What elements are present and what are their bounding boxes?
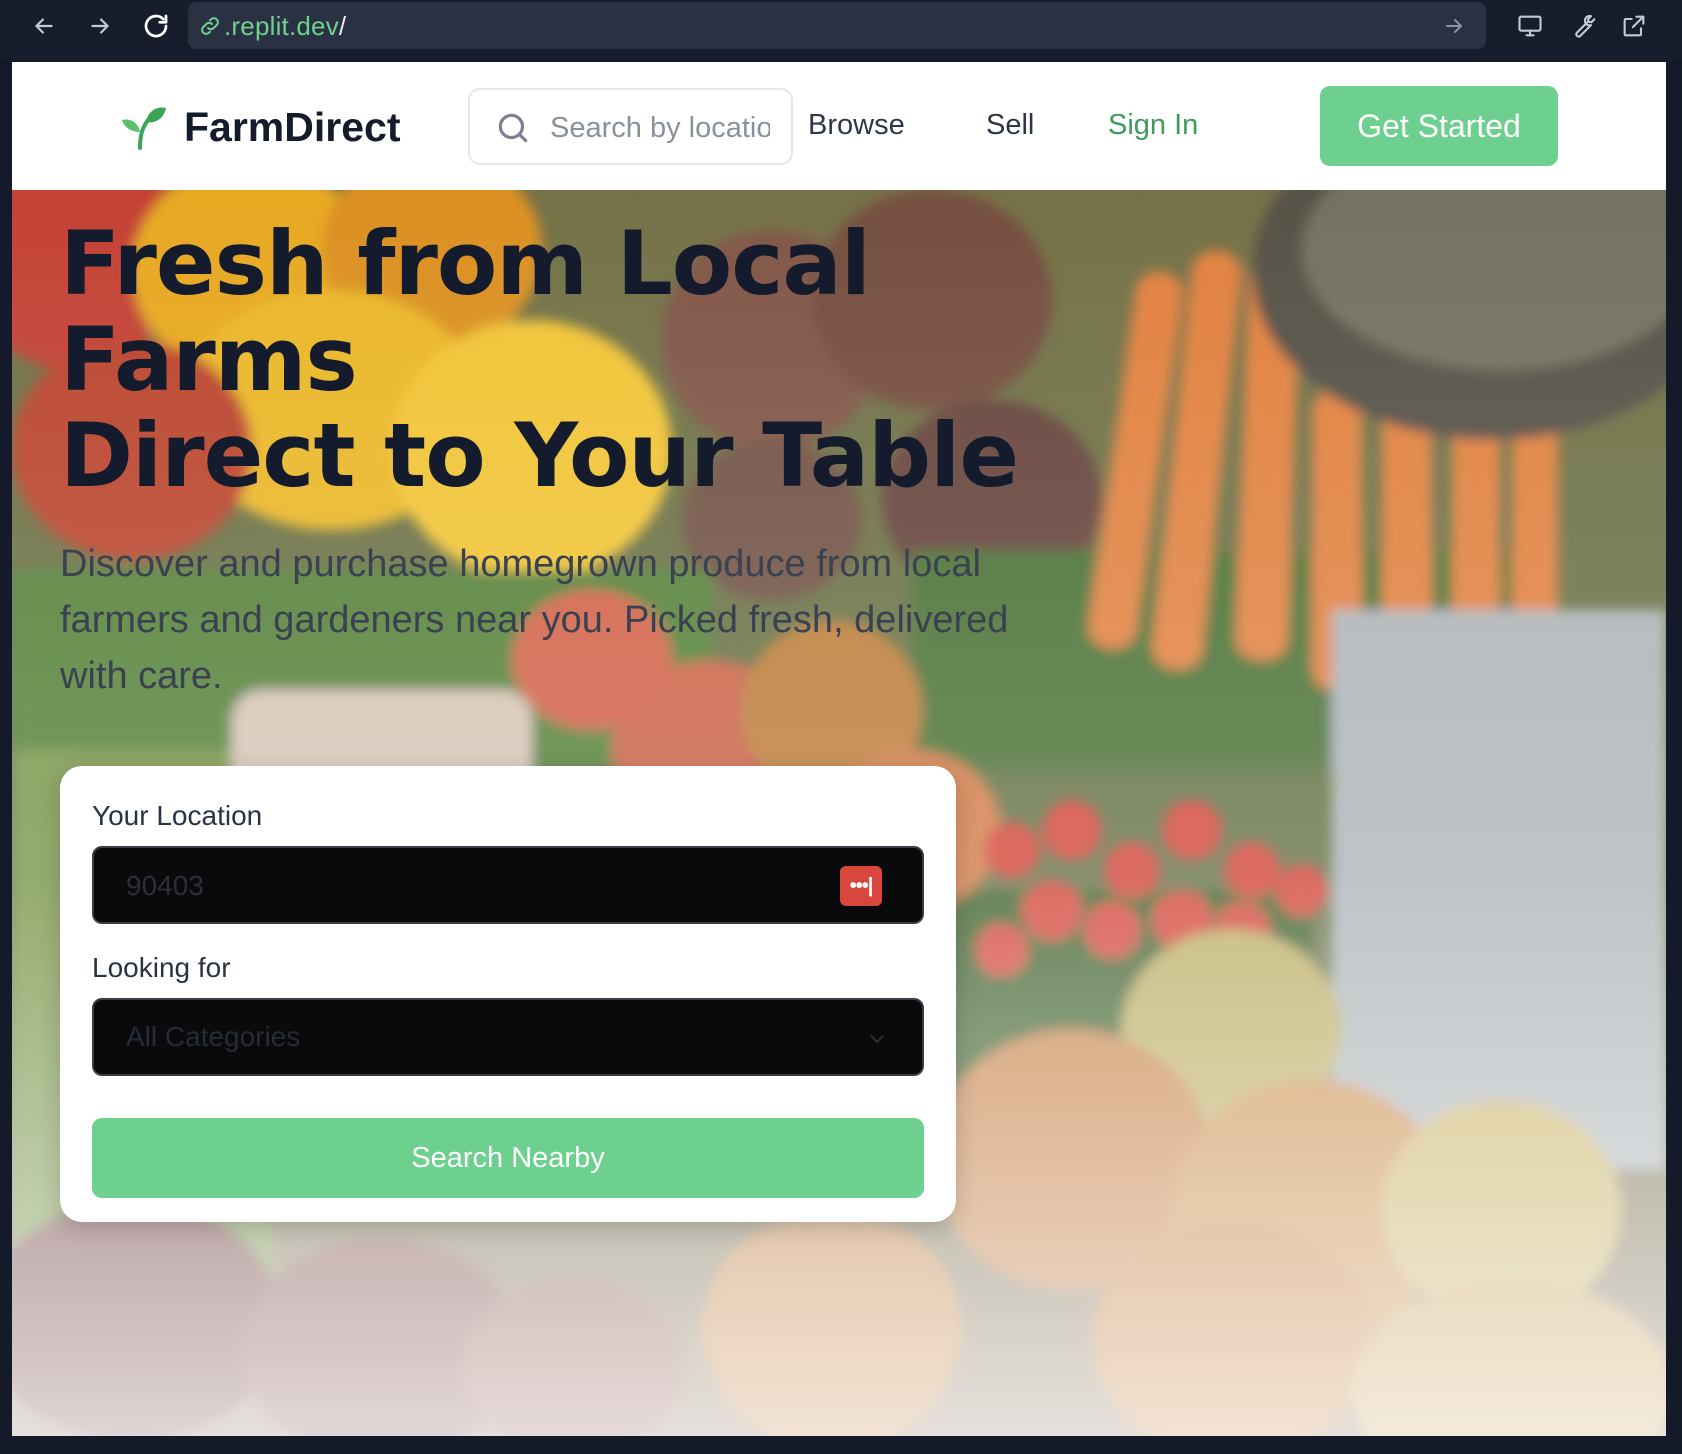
header-search-input[interactable] bbox=[550, 108, 770, 148]
go-icon[interactable] bbox=[1442, 14, 1466, 38]
web-page: FarmDirect Browse Sell Sign In Get Start… bbox=[12, 62, 1666, 1436]
reload-icon bbox=[144, 14, 168, 38]
get-started-button[interactable]: Get Started bbox=[1320, 86, 1558, 166]
nav-browse-link[interactable]: Browse bbox=[808, 108, 905, 142]
tools-button[interactable] bbox=[1562, 8, 1602, 44]
search-icon bbox=[498, 113, 528, 143]
monitor-icon bbox=[1518, 15, 1542, 37]
location-field[interactable]: •••| bbox=[92, 846, 924, 924]
browser-toolbar: .replit.dev/ bbox=[0, 0, 1682, 60]
search-nearby-button[interactable]: Search Nearby bbox=[92, 1118, 924, 1198]
arrow-right-icon bbox=[91, 18, 109, 34]
external-link-icon bbox=[1623, 15, 1645, 37]
forward-button[interactable] bbox=[80, 8, 120, 44]
address-bar[interactable]: .replit.dev/ bbox=[188, 2, 1486, 49]
header-search[interactable] bbox=[468, 88, 793, 165]
url-domain: .replit.dev bbox=[224, 11, 339, 41]
hero-title-line-1: Fresh from Local bbox=[60, 212, 871, 315]
link-icon bbox=[201, 17, 219, 35]
reload-button[interactable] bbox=[136, 8, 176, 44]
wrench-icon bbox=[1575, 14, 1596, 38]
url-path: / bbox=[338, 11, 347, 41]
arrow-left-icon bbox=[35, 18, 53, 34]
location-search-card: Your Location •••| Looking for All Categ… bbox=[60, 766, 956, 1222]
location-label: Your Location bbox=[92, 800, 263, 831]
hero-title: Fresh from Local Farms Direct to Your Ta… bbox=[60, 216, 1160, 504]
hero-subtitle: Discover and purchase homegrown produce … bbox=[60, 543, 1009, 697]
site-header: FarmDirect Browse Sell Sign In Get Start… bbox=[12, 62, 1666, 190]
password-dots-icon[interactable]: •••| bbox=[840, 866, 882, 906]
category-select[interactable]: All Categories bbox=[92, 998, 924, 1076]
brand-name[interactable]: FarmDirect bbox=[184, 104, 400, 150]
hero-section: Fresh from Local Farms Direct to Your Ta… bbox=[12, 190, 1666, 1436]
chevron-down-icon bbox=[870, 1035, 884, 1043]
open-external-button[interactable] bbox=[1614, 8, 1654, 44]
back-button[interactable] bbox=[24, 8, 64, 44]
sprout-icon[interactable] bbox=[118, 102, 168, 150]
hero-title-line-2: Farms bbox=[60, 308, 358, 411]
url-text[interactable]: .replit.dev/ bbox=[224, 12, 346, 40]
devices-button[interactable] bbox=[1510, 8, 1550, 44]
location-input[interactable] bbox=[126, 866, 746, 906]
nav-sign-in-link[interactable]: Sign In bbox=[1108, 108, 1198, 142]
category-selected-value: All Categories bbox=[126, 1021, 301, 1052]
hero-title-line-3: Direct to Your Table bbox=[60, 404, 1019, 507]
category-label: Looking for bbox=[92, 952, 231, 983]
nav-sell-link[interactable]: Sell bbox=[986, 108, 1034, 142]
